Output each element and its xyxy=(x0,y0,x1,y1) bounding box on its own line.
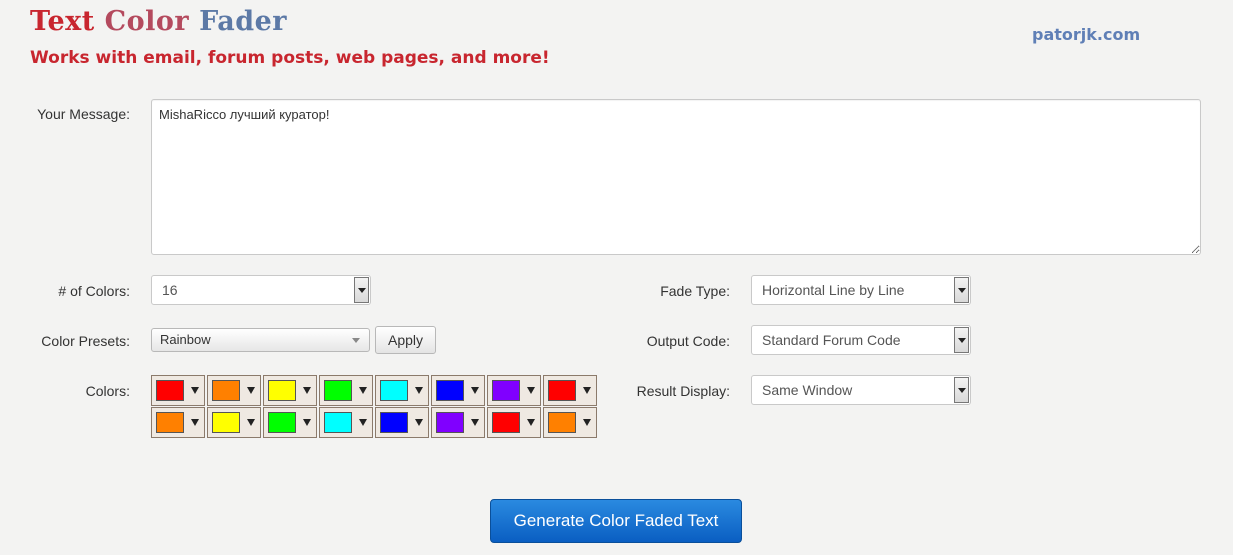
title-word-fader: Fader xyxy=(199,6,288,37)
triangle-down-icon xyxy=(527,419,535,426)
app-subtitle: Works with email, forum posts, web pages… xyxy=(30,48,550,68)
triangle-down-icon xyxy=(583,419,591,426)
chevron-down-icon xyxy=(954,277,969,303)
triangle-down-icon xyxy=(247,419,255,426)
output-code-select[interactable]: Standard Forum Code xyxy=(751,325,971,355)
apply-button[interactable]: Apply xyxy=(375,326,436,354)
color-swatch-10[interactable] xyxy=(207,407,261,438)
triangle-down-icon xyxy=(471,387,479,394)
triangle-down-icon xyxy=(527,387,535,394)
triangle-down-icon xyxy=(415,387,423,394)
site-link[interactable]: patorjk.com xyxy=(1032,25,1140,44)
color-chip xyxy=(380,412,408,433)
title-word-text: Text xyxy=(30,6,95,37)
result-display-select[interactable]: Same Window xyxy=(751,375,971,405)
color-chip xyxy=(492,412,520,433)
fade-type-label: Fade Type: xyxy=(660,283,730,299)
color-swatch-16[interactable] xyxy=(543,407,597,438)
color-swatch-3[interactable] xyxy=(263,375,317,406)
color-chip xyxy=(212,380,240,401)
result-display-label: Result Display: xyxy=(636,383,730,399)
triangle-down-icon xyxy=(247,387,255,394)
color-swatch-11[interactable] xyxy=(263,407,317,438)
color-swatch-4[interactable] xyxy=(319,375,373,406)
color-swatch-2[interactable] xyxy=(207,375,261,406)
color-swatch-9[interactable] xyxy=(151,407,205,438)
color-chip xyxy=(548,412,576,433)
color-chip xyxy=(324,380,352,401)
color-chip xyxy=(324,412,352,433)
triangle-down-icon xyxy=(191,387,199,394)
color-swatch-1[interactable] xyxy=(151,375,205,406)
title-word-color: Color xyxy=(104,6,190,37)
color-chip xyxy=(156,412,184,433)
color-swatch-14[interactable] xyxy=(431,407,485,438)
fade-type-value: Horizontal Line by Line xyxy=(762,282,905,298)
color-chip xyxy=(380,380,408,401)
message-label: Your Message: xyxy=(37,106,130,122)
generate-button[interactable]: Generate Color Faded Text xyxy=(490,499,742,543)
chevron-down-icon xyxy=(352,338,360,343)
message-textarea[interactable]: MishaRicco лучший куратор! xyxy=(151,99,1201,255)
output-code-value: Standard Forum Code xyxy=(762,332,901,348)
chevron-down-icon xyxy=(954,327,969,353)
fade-type-select[interactable]: Horizontal Line by Line xyxy=(751,275,971,305)
output-code-label: Output Code: xyxy=(646,333,730,349)
app-title: Text Color Fader xyxy=(30,6,287,37)
color-swatch-15[interactable] xyxy=(487,407,541,438)
color-chip xyxy=(436,412,464,433)
color-chip xyxy=(268,380,296,401)
colors-label: Colors: xyxy=(85,383,130,399)
color-swatch-7[interactable] xyxy=(487,375,541,406)
presets-select[interactable]: Rainbow xyxy=(151,328,370,352)
color-swatch-12[interactable] xyxy=(319,407,373,438)
triangle-down-icon xyxy=(471,419,479,426)
color-chip xyxy=(268,412,296,433)
color-chip xyxy=(156,380,184,401)
color-swatch-5[interactable] xyxy=(375,375,429,406)
triangle-down-icon xyxy=(191,419,199,426)
color-swatch-6[interactable] xyxy=(431,375,485,406)
presets-value: Rainbow xyxy=(160,332,211,347)
num-colors-select[interactable]: 16 xyxy=(151,275,371,305)
triangle-down-icon xyxy=(359,387,367,394)
color-chip xyxy=(492,380,520,401)
result-display-value: Same Window xyxy=(762,382,853,398)
color-swatch-13[interactable] xyxy=(375,407,429,438)
chevron-down-icon xyxy=(954,377,969,403)
triangle-down-icon xyxy=(303,387,311,394)
triangle-down-icon xyxy=(415,419,423,426)
triangle-down-icon xyxy=(303,419,311,426)
num-colors-value: 16 xyxy=(162,282,178,298)
color-chip xyxy=(436,380,464,401)
triangle-down-icon xyxy=(359,419,367,426)
color-chip xyxy=(212,412,240,433)
num-colors-label: # of Colors: xyxy=(58,283,130,299)
chevron-down-icon xyxy=(354,277,369,303)
presets-label: Color Presets: xyxy=(41,333,130,349)
